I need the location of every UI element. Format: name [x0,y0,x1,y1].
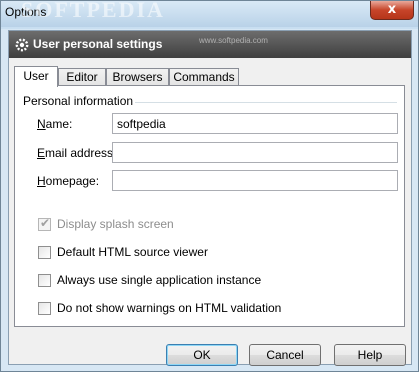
tab-commands[interactable]: Commands [169,68,239,86]
title-bar[interactable]: Options SOFTPEDIA x [1,0,418,27]
gear-icon [15,38,29,52]
softpedia-url-watermark: www.softpedia.com [199,36,268,45]
single-instance-checkbox[interactable] [38,274,51,287]
tab-browsers[interactable]: Browsers [106,68,169,86]
softpedia-watermark: SOFTPEDIA [21,0,165,22]
single-instance-label[interactable]: Always use single application instance [57,273,261,287]
ok-button[interactable]: OK [166,344,238,366]
close-button[interactable]: x [370,1,414,20]
splash-screen-checkbox: ✔ [38,216,51,231]
dialog-client-area: User personal settings www.softpedia.com… [8,30,412,366]
default-viewer-label[interactable]: Default HTML source viewer [57,245,208,259]
help-button[interactable]: Help [334,344,406,366]
name-label: Name: [37,117,73,131]
homepage-label: Homepage: [37,174,100,188]
cancel-button[interactable]: Cancel [249,344,321,366]
user-tab-panel: Personal information Name: Email address… [14,85,405,327]
no-warnings-checkbox[interactable] [38,302,51,315]
section-title: User personal settings [33,37,163,51]
no-warnings-label[interactable]: Do not show warnings on HTML validation [57,301,281,315]
email-field[interactable] [112,142,398,163]
section-header: User personal settings www.softpedia.com [9,31,411,58]
personal-info-group-label: Personal information [21,94,136,108]
options-dialog: Options SOFTPEDIA x User personal settin… [0,0,419,372]
default-viewer-checkbox[interactable] [38,246,51,259]
tab-user[interactable]: User [14,66,58,87]
name-field[interactable] [112,113,398,134]
splash-screen-label: Display splash screen [57,217,174,231]
checkmark-icon: ✔ [40,216,51,230]
homepage-field[interactable] [112,170,398,191]
email-label: Email address: [37,146,117,160]
tab-editor[interactable]: Editor [58,68,106,86]
